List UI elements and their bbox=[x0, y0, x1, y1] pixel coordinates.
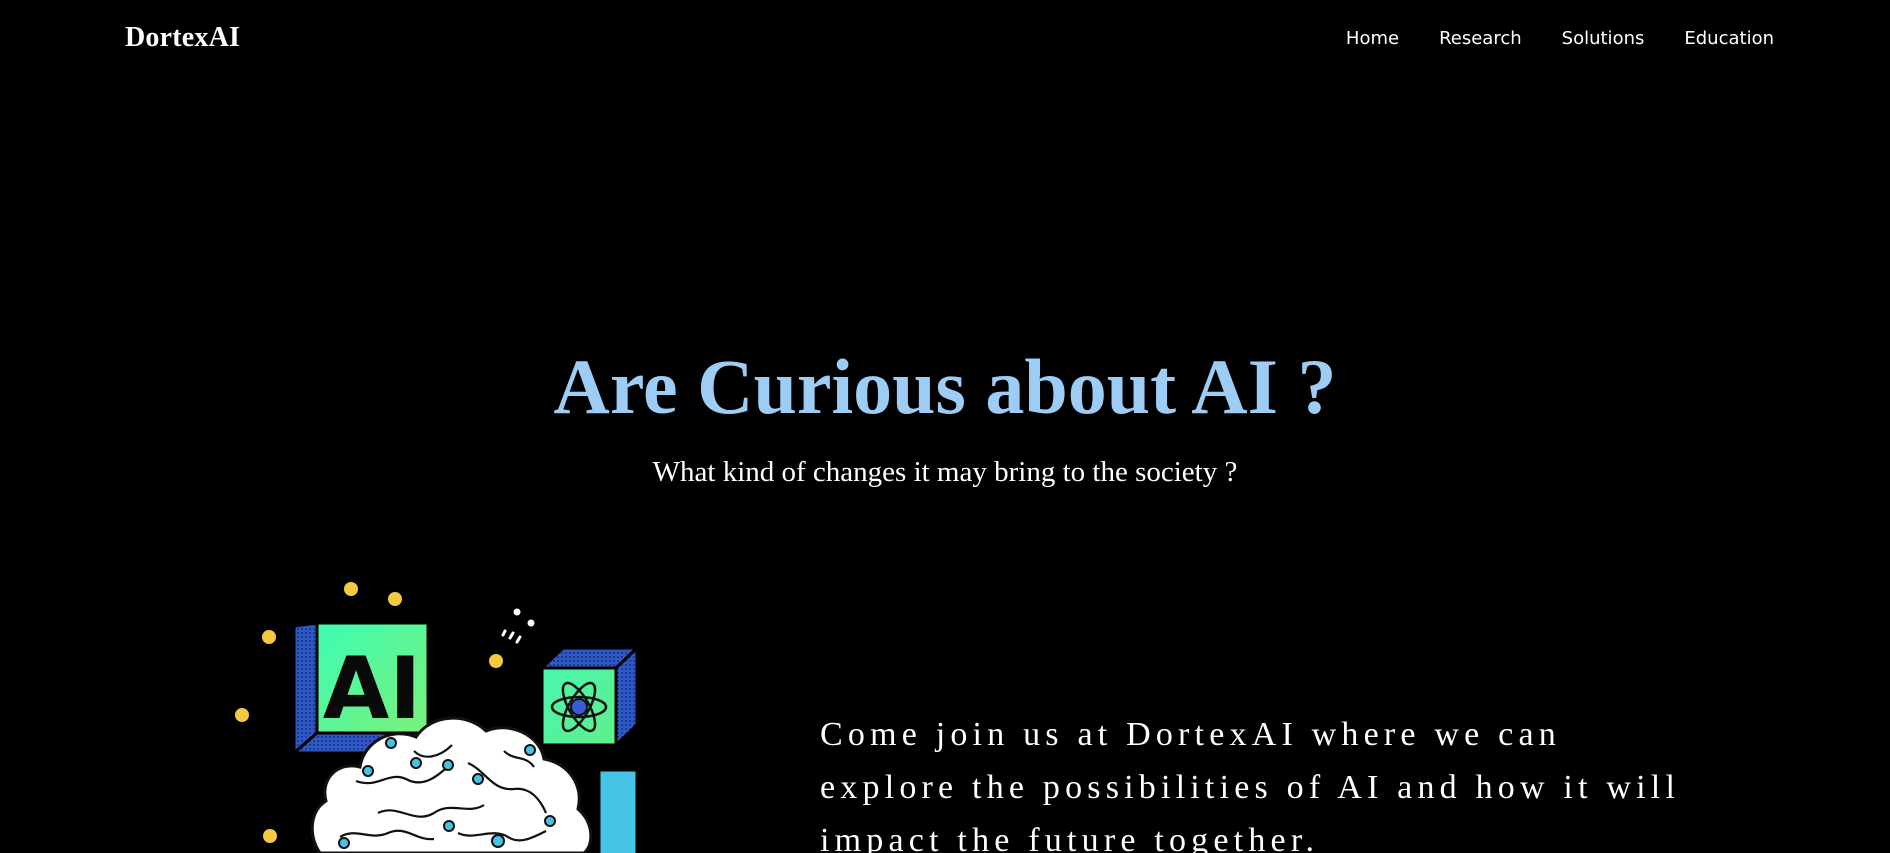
hero-subtitle: What kind of changes it may bring to the… bbox=[652, 456, 1238, 488]
nav-item-research: Research bbox=[1439, 28, 1522, 49]
nav-item-home: Home bbox=[1346, 28, 1399, 49]
hero-title: Are Curious about AI ? bbox=[553, 343, 1337, 430]
nav-link-research[interactable]: Research bbox=[1439, 28, 1522, 49]
intro-paragraph: Come join us at DortexAI where we can ex… bbox=[820, 716, 1681, 853]
yellow-dot bbox=[235, 708, 249, 722]
sparkle-dot bbox=[513, 608, 521, 616]
nav-link-solutions[interactable]: Solutions bbox=[1562, 28, 1645, 49]
nav-item-education: Education bbox=[1684, 28, 1774, 49]
atom-cube-icon bbox=[538, 644, 641, 749]
sparkle-dot bbox=[527, 619, 535, 627]
ai-brain-illustration: AI bbox=[228, 575, 648, 853]
yellow-dot bbox=[489, 654, 503, 668]
sparkle-icon bbox=[501, 629, 522, 644]
yellow-dot bbox=[388, 592, 402, 606]
yellow-dot bbox=[263, 829, 277, 843]
svg-text:AI: AI bbox=[323, 639, 422, 739]
brand-logo[interactable]: DortexAI bbox=[125, 22, 240, 54]
ai-brain-svg: AI bbox=[235, 582, 641, 853]
nav-links: Home Research Solutions Education bbox=[1346, 28, 1774, 49]
navbar: DortexAI Home Research Solutions Educati… bbox=[0, 0, 1890, 82]
nav-link-home[interactable]: Home bbox=[1346, 28, 1399, 49]
yellow-dot bbox=[262, 630, 276, 644]
nav-link-education[interactable]: Education bbox=[1684, 28, 1774, 49]
cyan-block bbox=[597, 768, 639, 853]
nav-item-solutions: Solutions bbox=[1562, 28, 1645, 49]
yellow-dot bbox=[344, 582, 358, 596]
